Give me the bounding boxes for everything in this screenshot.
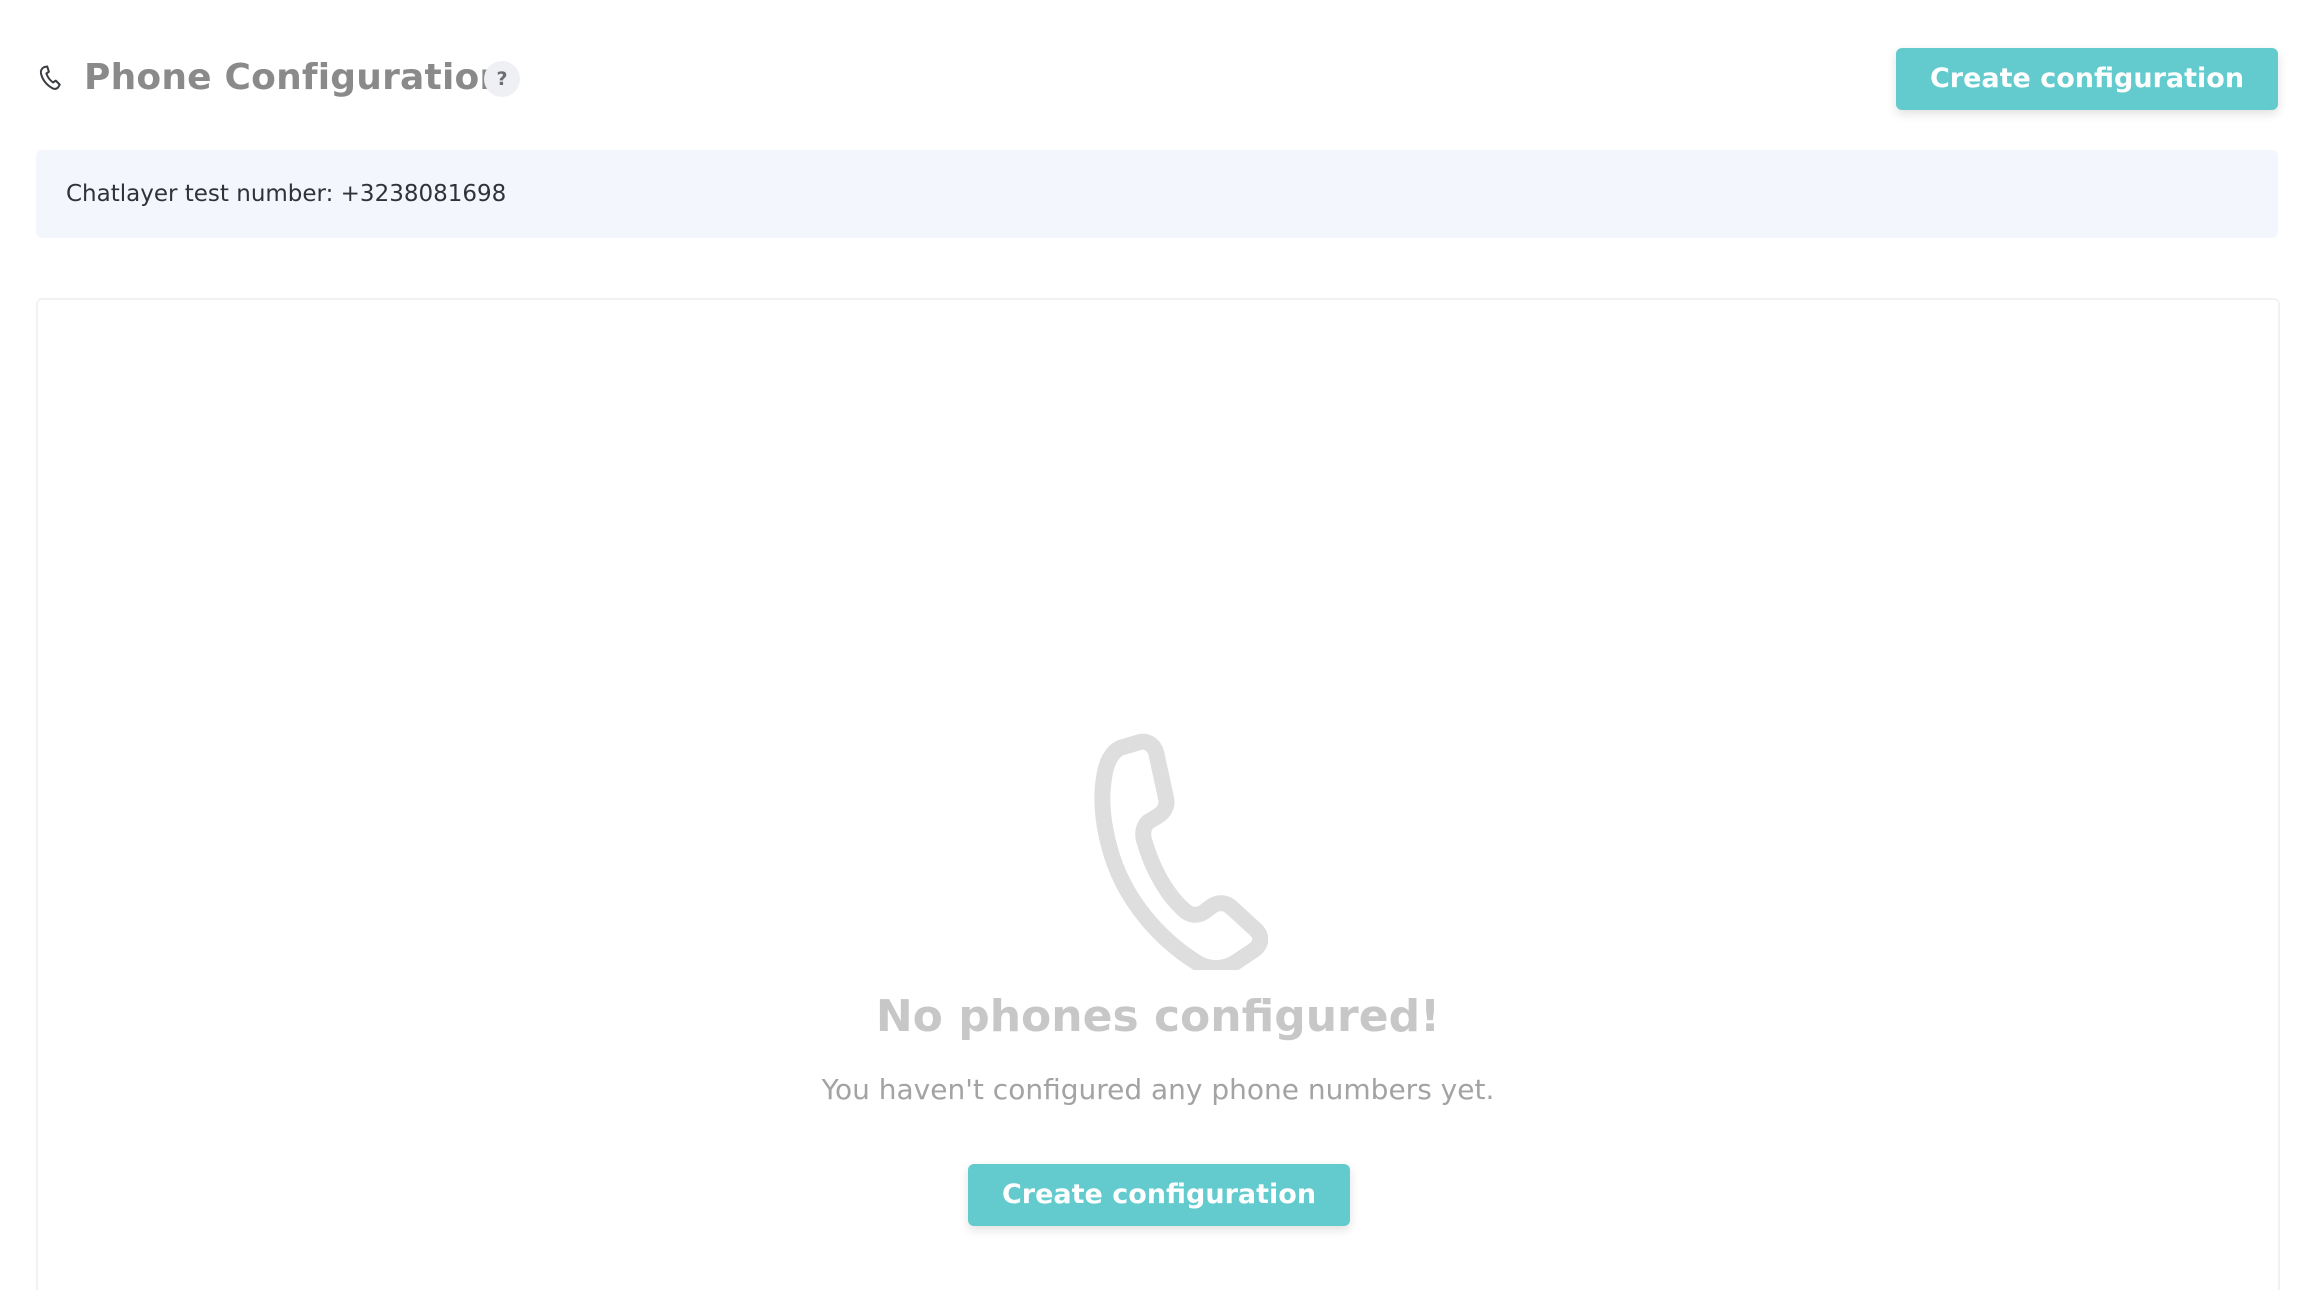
test-number-text: Chatlayer test number: +3238081698 <box>66 181 507 207</box>
create-configuration-button[interactable]: Create configuration <box>1896 48 2278 110</box>
empty-state-panel: No phones configured! You haven't config… <box>36 298 2280 1290</box>
phone-icon <box>36 64 66 94</box>
empty-state-title: No phones configured! <box>875 991 1441 1042</box>
help-icon[interactable]: ? <box>484 61 520 97</box>
page-title: Phone Configuration <box>84 57 506 98</box>
phone-configuration-page: Phone Configuration ? Create configurati… <box>0 0 2314 1290</box>
empty-state-subtitle: You haven't configured any phone numbers… <box>821 1073 1495 1106</box>
create-configuration-button[interactable]: Create configuration <box>968 1164 1350 1226</box>
test-number-info-bar: Chatlayer test number: +3238081698 <box>36 150 2278 238</box>
page-header: Phone Configuration ? Create configurati… <box>36 46 2278 110</box>
phone-icon <box>1068 730 1269 976</box>
